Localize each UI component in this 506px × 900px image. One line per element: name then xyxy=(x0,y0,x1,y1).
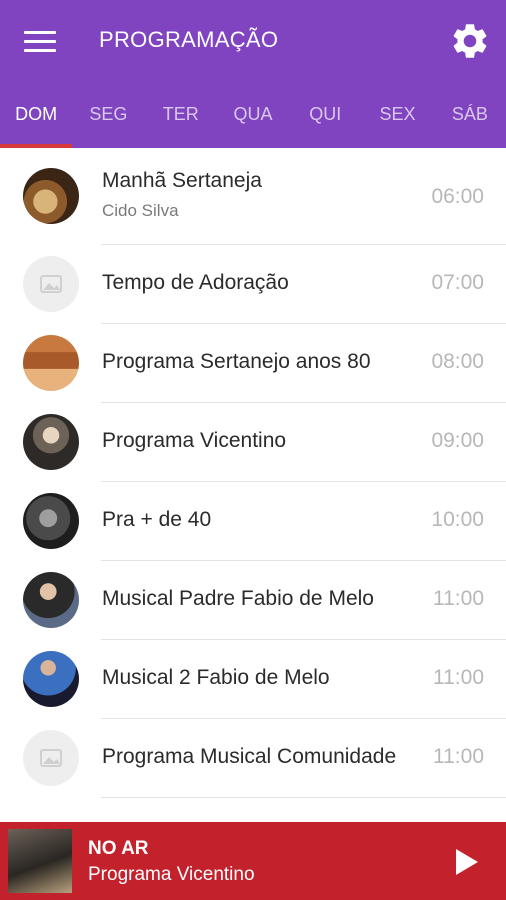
program-time: 07:00 xyxy=(431,271,484,294)
image-placeholder-icon xyxy=(23,730,79,786)
hamburger-menu-icon[interactable] xyxy=(24,29,56,53)
program-row[interactable]: Musical 2 Fabio de Melo 11:00 xyxy=(0,640,506,719)
program-time: 11:00 xyxy=(433,666,484,689)
page-title: PROGRAMAÇÃO xyxy=(99,27,279,52)
program-time: 10:00 xyxy=(431,508,484,531)
tab-sab[interactable]: SÁB xyxy=(434,88,506,148)
tab-qui[interactable]: QUI xyxy=(289,88,361,148)
program-title: Programa Vicentino xyxy=(102,429,287,452)
tab-dom[interactable]: DOM xyxy=(0,88,73,148)
program-title: Musical 2 Fabio de Melo xyxy=(102,666,330,689)
divider xyxy=(101,797,506,798)
program-row[interactable]: Programa Sertanejo anos 80 08:00 xyxy=(0,324,506,403)
program-host: Cido Silva xyxy=(102,201,179,220)
program-time: 09:00 xyxy=(431,429,484,452)
program-title: Manhã Sertaneja xyxy=(102,169,262,192)
tab-seg[interactable]: SEG xyxy=(72,88,144,148)
image-placeholder-icon xyxy=(23,256,79,312)
program-avatar xyxy=(23,493,79,549)
program-row[interactable]: Programa Musical Comunidade 11:00 xyxy=(0,719,506,798)
gear-icon[interactable] xyxy=(449,20,491,62)
program-title: Programa Musical Comunidade xyxy=(102,745,397,768)
program-row[interactable]: Manhã Sertaneja Cido Silva 06:00 xyxy=(0,148,506,245)
program-row[interactable]: Musical Padre Fabio de Melo 11:00 xyxy=(0,561,506,640)
app-bar: PROGRAMAÇÃO DOM SEG TER QUA QUI SEX SÁB xyxy=(0,0,506,148)
day-tabs: DOM SEG TER QUA QUI SEX SÁB xyxy=(0,88,506,148)
tab-ter[interactable]: TER xyxy=(145,88,217,148)
program-avatar xyxy=(23,651,79,707)
on-air-label: NO AR xyxy=(88,838,149,859)
program-row[interactable]: Programa Vicentino 09:00 xyxy=(0,403,506,482)
program-avatar xyxy=(23,168,79,224)
now-playing-bar[interactable]: NO AR Programa Vicentino xyxy=(0,822,506,900)
program-time: 11:00 xyxy=(433,587,484,610)
program-title: Pra + de 40 xyxy=(102,508,212,531)
program-row[interactable]: Pra + de 40 10:00 xyxy=(0,482,506,561)
program-title: Programa Sertanejo anos 80 xyxy=(102,350,371,373)
program-time: 06:00 xyxy=(431,185,484,208)
program-avatar xyxy=(23,335,79,391)
play-icon[interactable] xyxy=(454,848,480,876)
program-title: Tempo de Adoração xyxy=(102,271,289,294)
program-row[interactable]: Tempo de Adoração 07:00 xyxy=(0,245,506,324)
program-avatar xyxy=(23,572,79,628)
tab-sex[interactable]: SEX xyxy=(361,88,433,148)
now-playing-program: Programa Vicentino xyxy=(88,864,255,885)
program-time: 08:00 xyxy=(431,350,484,373)
tab-qua[interactable]: QUA xyxy=(217,88,289,148)
program-time: 11:00 xyxy=(433,745,484,768)
program-avatar xyxy=(23,414,79,470)
program-list: Manhã Sertaneja Cido Silva 06:00 Tempo d… xyxy=(0,148,506,822)
now-playing-thumbnail xyxy=(8,829,72,893)
program-title: Musical Padre Fabio de Melo xyxy=(102,587,374,610)
